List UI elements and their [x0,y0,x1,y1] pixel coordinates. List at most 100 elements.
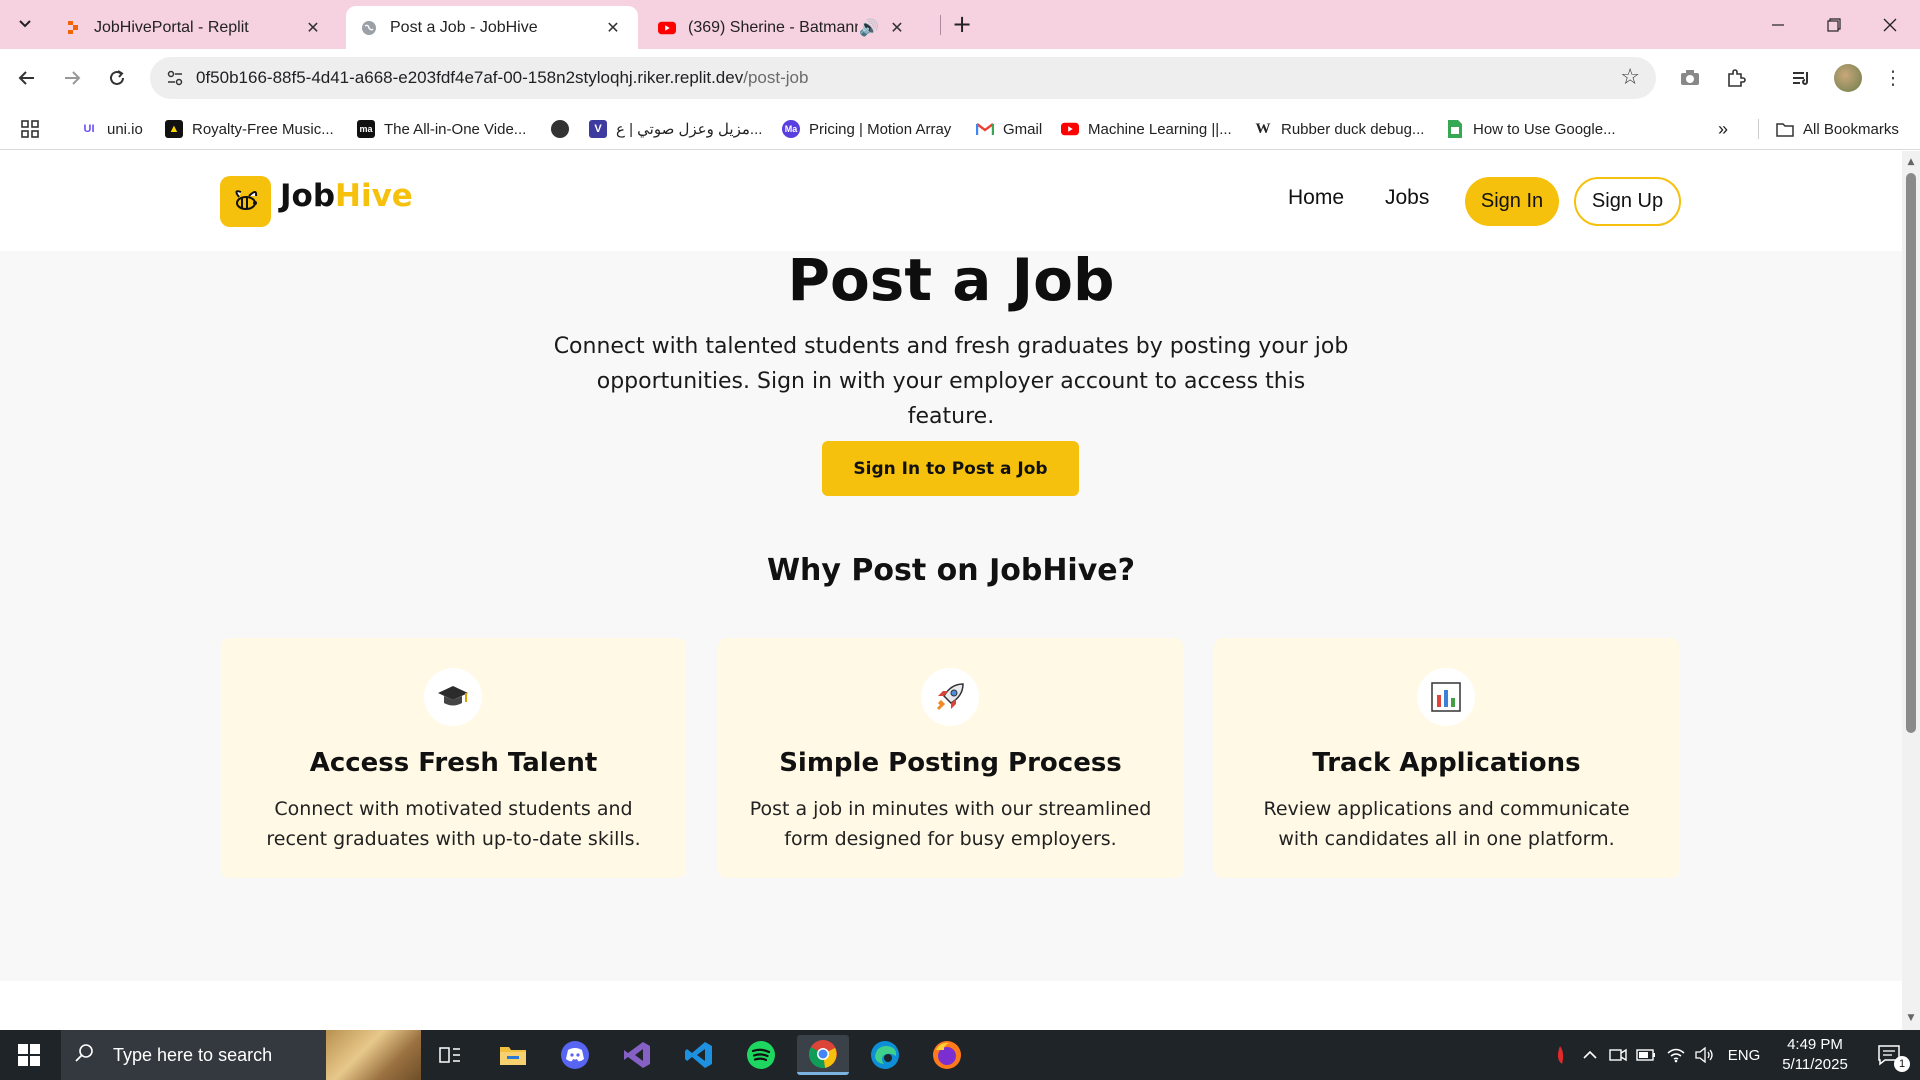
bookmark-label: Gmail [1003,120,1043,138]
bookmark-globe[interactable] [551,116,578,142]
v-icon: V [589,120,607,138]
notification-count-badge: 1 [1894,1056,1910,1072]
firefox-icon[interactable] [921,1035,973,1075]
menu-kebab-icon[interactable]: ⋮ [1878,63,1908,93]
notification-flame-icon[interactable] [1548,1030,1572,1080]
bookmark-rubber-duck[interactable]: W Rubber duck debug... [1254,116,1425,142]
page-title: Post a Job [787,246,1115,314]
media-control-icon[interactable] [1786,63,1816,93]
show-hidden-icons-chevron-icon[interactable] [1578,1030,1602,1080]
bookmark-label: uni.io [107,120,143,138]
extensions-icon[interactable] [1721,63,1751,93]
browser-toolbar: 0f50b166-88f5-4d41-a668-e203fdf4e7af-00-… [0,49,1920,108]
page-scrollbar[interactable]: ▲ ▼ [1902,151,1920,1031]
scroll-thumb[interactable] [1906,173,1916,733]
site-header: JobHive Home Jobs Sign In Sign Up [0,151,1902,251]
restore-button[interactable] [1806,0,1862,49]
back-button[interactable] [11,62,43,94]
minimize-icon [1772,23,1784,26]
volume-icon[interactable] [1692,1030,1716,1080]
tab-title: Post a Job - JobHive [390,18,538,36]
close-icon [1883,18,1897,31]
taskbar-search-input[interactable]: Type here to search [61,1030,421,1080]
windows-logo-icon [18,1044,40,1066]
language-indicator[interactable]: ENG [1724,1030,1764,1080]
bookmark-label: How to Use Google... [1473,120,1616,138]
vscode-icon[interactable] [673,1035,725,1075]
ma-icon: ma [357,120,375,138]
bookmarks-divider [1758,119,1759,139]
scroll-down-icon[interactable]: ▼ [1905,1013,1917,1025]
site-info-icon[interactable] [164,67,186,89]
spotify-icon[interactable] [735,1035,787,1075]
discord-icon[interactable] [549,1035,601,1075]
wifi-icon[interactable] [1664,1030,1688,1080]
bookmark-label: Pricing | Motion Array [809,120,952,138]
notifications-button[interactable]: 1 [1864,1030,1914,1080]
address-bar[interactable]: 0f50b166-88f5-4d41-a668-e203fdf4e7af-00-… [150,57,1656,99]
chrome-icon[interactable] [797,1035,849,1075]
camera-icon[interactable] [1675,63,1705,93]
sign-in-button[interactable]: Sign In [1465,177,1559,226]
bookmark-uni-io[interactable]: UI uni.io [80,116,143,142]
nav-jobs-link[interactable]: Jobs [1385,186,1429,210]
apps-grid-icon[interactable] [20,116,40,142]
new-tab-button[interactable]: + [948,10,976,38]
speaker-icon[interactable]: 🔊 [858,17,880,39]
tab-post-a-job[interactable]: Post a Job - JobHive ✕ [346,6,638,49]
more-bookmarks-chevron-icon[interactable]: » [1718,116,1728,142]
file-explorer-icon[interactable] [487,1035,539,1075]
bar-chart-icon [1417,668,1475,726]
visual-studio-icon[interactable] [611,1035,663,1075]
bookmark-royalty-free[interactable]: ▲ Royalty-Free Music... [165,116,334,142]
globe-icon [551,120,569,138]
bookmark-arabic[interactable]: V مزيل وعزل صوتي | ع... [589,116,762,142]
bookmark-gmail[interactable]: Gmail [976,116,1042,142]
jobhive-logo-icon[interactable] [220,176,271,227]
bookmark-all-in-one[interactable]: ma The All-in-One Vide... [357,116,526,142]
clock-date: 5/11/2025 [1782,1056,1848,1073]
nav-home-link[interactable]: Home [1288,186,1344,210]
sign-up-button[interactable]: Sign Up [1574,177,1681,226]
url-domain: 0f50b166-88f5-4d41-a668-e203fdf4e7af-00-… [196,68,744,87]
tab-youtube[interactable]: (369) Sherine - Batmanna A 🔊 ✕ [644,6,936,49]
profile-avatar[interactable] [1834,64,1862,92]
sign-in-to-post-job-button[interactable]: Sign In to Post a Job [822,441,1079,496]
wikipedia-icon: W [1255,120,1271,137]
edge-icon[interactable] [859,1035,911,1075]
site-logo-text[interactable]: JobHive [280,178,413,214]
arrow-right-icon [65,71,81,85]
windows-taskbar: Type here to search ENG 4:49 PM 5/11/202… [0,1030,1920,1080]
restore-icon [1827,17,1841,32]
gmail-icon [976,120,994,138]
scroll-up-icon[interactable]: ▲ [1905,157,1917,169]
system-clock[interactable]: 4:49 PM 5/11/2025 [1770,1035,1860,1075]
tab-replit[interactable]: JobHivePortal - Replit ✕ [50,6,338,49]
feature-card-track-applications: Track Applications Review applications a… [1214,638,1679,878]
minimize-button[interactable] [1750,0,1806,49]
search-highlight-image [326,1030,421,1080]
replit-icon [64,19,82,37]
bookmarks-bar: UI uni.io ▲ Royalty-Free Music... ma The… [0,108,1920,150]
bookmark-motion-array[interactable]: Ma Pricing | Motion Array [782,116,951,142]
battery-icon[interactable] [1634,1030,1658,1080]
bookmark-google-sheets[interactable]: How to Use Google... [1446,116,1616,142]
close-tab-icon[interactable]: ✕ [886,17,908,39]
close-window-button[interactable] [1862,0,1918,49]
forward-button[interactable] [56,62,88,94]
bookmark-label: The All-in-One Vide... [384,120,527,138]
globe-icon [360,19,378,37]
tab-search-button[interactable] [10,8,40,38]
task-view-icon[interactable] [424,1035,476,1075]
meet-now-icon[interactable] [1606,1030,1630,1080]
close-tab-icon[interactable]: ✕ [602,17,624,39]
bookmark-star-icon[interactable]: ☆ [1620,65,1640,90]
bookmark-label: Rubber duck debug... [1281,120,1425,138]
reload-button[interactable] [101,62,133,94]
all-bookmarks[interactable]: All Bookmarks [1776,116,1899,142]
bookmark-machine-learning[interactable]: Machine Learning ||... [1061,116,1232,142]
close-tab-icon[interactable]: ✕ [302,17,324,39]
start-button[interactable] [0,1030,58,1080]
logo-hive: Hive [335,178,413,214]
card-text: Connect with motivated students and rece… [266,798,641,850]
